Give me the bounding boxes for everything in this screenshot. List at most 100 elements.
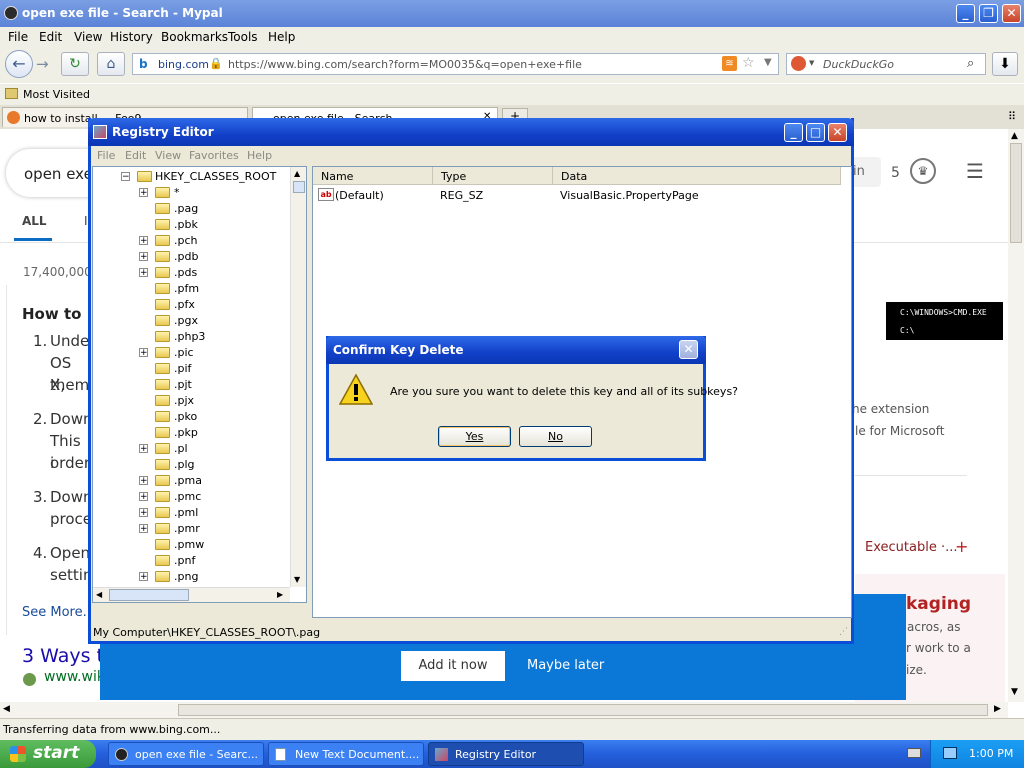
tree-key-label[interactable]: .pgx [174,314,198,327]
tree-key-label[interactable]: .pma [174,474,202,487]
column-data[interactable]: Data [553,167,841,185]
reg-menu-view[interactable]: View [155,149,181,162]
see-more-link[interactable]: See More... [22,605,95,620]
tree-hscroll[interactable]: ◀ ▶ [93,587,290,602]
tree-key-label[interactable]: * [174,186,180,199]
clock[interactable]: 1:00 PM [969,747,1013,760]
reg-menu-edit[interactable]: Edit [125,149,146,162]
tree-key-label[interactable]: .pjx [174,394,194,407]
tree-expand-icon[interactable]: + [139,236,148,246]
tree-key-label[interactable]: .pds [174,266,197,279]
tree-key-label[interactable]: .pjt [174,378,192,391]
rss-icon[interactable]: ≋ [722,56,737,71]
tree-key-label[interactable]: .png [174,570,198,583]
scroll-left-icon[interactable]: ◀ [3,704,10,714]
value-row[interactable]: ab (Default) REG_SZ VisualBasic.Property… [313,187,843,205]
tab-list-icon[interactable]: ⠿ [1008,110,1016,123]
signin-label[interactable]: in [853,164,865,179]
nav-all[interactable]: ALL [22,214,47,228]
tray-network-icon[interactable] [943,747,957,759]
executable-label[interactable]: Executable ·... [865,540,957,555]
no-label[interactable]: No [548,430,563,443]
scroll-down-icon[interactable]: ▼ [1011,687,1018,697]
tree-key-label[interactable]: .php3 [174,330,205,343]
tree-scroll-down-icon[interactable]: ▼ [294,575,300,584]
reload-button[interactable]: ↻ [61,52,89,76]
menu-view[interactable]: View [74,30,102,44]
tree-expand-icon[interactable]: + [139,524,148,534]
tree-expand-icon[interactable]: + [139,492,148,502]
hamburger-menu-icon[interactable]: ☰ [966,159,984,183]
yes-label[interactable]: Yes [466,430,484,443]
cmd-thumbnail[interactable]: C:\WINDOWS>CMD.EXE C:\ [886,302,1003,340]
tree-root-collapse-icon[interactable]: − [121,172,130,182]
add-it-now-button[interactable]: Add it now [401,651,505,681]
downloads-button[interactable]: ⬇ [992,52,1018,76]
start-label[interactable]: start [33,743,79,763]
bookmark-star-icon[interactable]: ☆ [742,55,755,71]
duckduckgo-icon[interactable] [791,56,806,71]
browser-minimize-button[interactable]: _ [956,4,975,23]
rewards-trophy-icon[interactable]: ♛ [910,158,936,184]
tree-key-label[interactable]: .pko [174,410,197,423]
tree-key-label[interactable]: .pmw [174,538,204,551]
page-vertical-scrollbar[interactable]: ▲ ▼ [1008,129,1024,702]
menu-history[interactable]: History [110,30,153,44]
start-button[interactable]: start [0,740,96,768]
dialog-close-button[interactable]: ✕ [679,340,698,359]
tree-key-label[interactable]: .plg [174,458,195,471]
menu-tools[interactable]: Tools [228,30,258,44]
column-name[interactable]: Name [313,167,433,185]
menu-help[interactable]: Help [268,30,295,44]
tree-hscroll-thumb[interactable] [109,589,189,601]
taskbar-notepad-label[interactable]: New Text Document.... [295,748,419,761]
reg-menu-favorites[interactable]: Favorites [189,149,239,162]
tree-expand-icon[interactable]: + [139,444,148,454]
taskbar-item-notepad[interactable]: New Text Document.... [268,742,424,766]
taskbar-browser-label[interactable]: open exe file - Searc... [135,748,258,761]
registry-maximize-button[interactable]: □ [806,123,825,142]
maybe-later-link[interactable]: Maybe later [527,658,604,673]
search-magnifier-icon[interactable]: ⌕ [967,56,974,71]
no-button[interactable]: No [519,426,592,447]
tree-key-label[interactable]: .pl [174,442,188,455]
tree-vscroll[interactable]: ▲ ▼ [290,167,306,587]
scroll-up-icon[interactable]: ▲ [1011,131,1018,141]
url-bar[interactable]: b bing.com 🔒 https://www.bing.com/search… [132,53,779,75]
reg-menu-file[interactable]: File [97,149,115,162]
yes-button[interactable]: Yes [438,426,511,447]
menu-bookmarks[interactable]: Bookmarks [161,30,228,44]
hscroll-thumb[interactable] [178,704,988,716]
nav-images-partial[interactable]: I [84,214,88,228]
forward-button[interactable]: → [36,55,49,73]
packaging-title[interactable]: kaging [906,594,971,614]
tree-scroll-up-icon[interactable]: ▲ [294,169,300,178]
tray-keyboard-icon[interactable] [907,748,921,758]
taskbar-item-browser[interactable]: open exe file - Searc... [108,742,264,766]
expand-plus-icon[interactable]: + [955,537,968,556]
taskbar-registry-label[interactable]: Registry Editor [455,748,536,761]
url-text[interactable]: https://www.bing.com/search?form=MO0035&… [228,58,582,71]
tree-key-label[interactable]: .pif [174,362,191,375]
tree-key-label[interactable]: .pfx [174,298,195,311]
url-dropdown-icon[interactable]: ▼ [764,57,772,68]
value-name[interactable]: (Default) [335,189,384,202]
tree-key-label[interactable]: .pic [174,346,194,359]
tree-expand-icon[interactable]: + [139,476,148,486]
column-type[interactable]: Type [433,167,553,185]
resize-grip-icon[interactable]: ⋰ [839,627,848,637]
registry-minimize-button[interactable]: _ [784,123,803,142]
search-bar[interactable]: ▼ DuckDuckGo ⌕ [786,53,986,75]
tree-expand-icon[interactable]: + [139,252,148,262]
tree-key-label[interactable]: .pfm [174,282,199,295]
browser-restore-button[interactable]: ❐ [979,4,998,23]
menu-edit[interactable]: Edit [39,30,62,44]
registry-close-button[interactable]: ✕ [828,123,847,142]
home-button[interactable]: ⌂ [97,52,125,76]
search-query[interactable]: open exe [24,165,93,183]
tree-scroll-right-icon[interactable]: ▶ [277,590,283,599]
tree-scroll-left-icon[interactable]: ◀ [96,590,102,599]
tree-key-label[interactable]: .pkp [174,426,198,439]
page-horizontal-scrollbar[interactable]: ◀ ▶ [0,702,1008,718]
registry-key-tree[interactable]: − HKEY_CLASSES_ROOT + * .pag .pbk + .pch + .pdb… [92,166,307,603]
